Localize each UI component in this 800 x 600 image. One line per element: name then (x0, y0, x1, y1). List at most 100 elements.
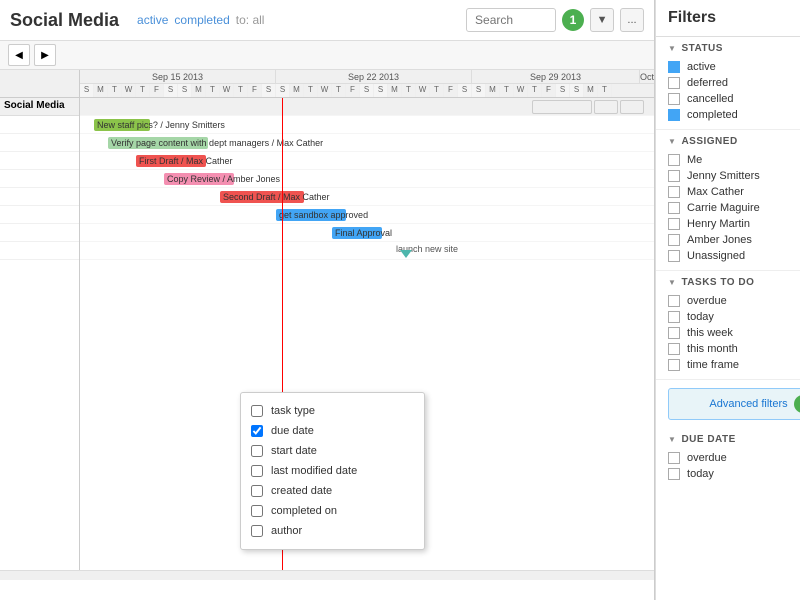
filter-label-active: active (687, 61, 716, 73)
filter-item-time-frame[interactable]: time frame (668, 357, 800, 373)
task-bar-2[interactable]: Verify page content with dept managers /… (108, 137, 208, 149)
gantt-row-6: get sandbox approved (80, 206, 654, 224)
gantt-row-4: Copy Review / Amber Jones (80, 170, 654, 188)
popup-check-author[interactable] (251, 525, 263, 537)
filter-item-this-week[interactable]: this week (668, 325, 800, 341)
tab-to-all[interactable]: to: all (236, 13, 265, 27)
gantt-row-7: Final Approval (80, 224, 654, 242)
filter-item-me[interactable]: Me (668, 152, 800, 168)
more-icon[interactable]: ... (620, 8, 644, 32)
filter-check-me[interactable] (668, 154, 680, 166)
day-m6: M (584, 84, 598, 97)
filter-check-jenny[interactable] (668, 170, 680, 182)
popup-dropdown: task type due date start date last modif… (240, 392, 425, 550)
filter-check-today[interactable] (668, 311, 680, 323)
popup-check-completed-on[interactable] (251, 505, 263, 517)
day-s4: S (262, 84, 276, 97)
popup-item-due-date[interactable]: due date (241, 421, 424, 441)
filter-item-deferred[interactable]: deferred (668, 75, 800, 91)
popup-item-last-modified[interactable]: last modified date (241, 461, 424, 481)
popup-check-due-date[interactable] (251, 425, 263, 437)
day-f1: F (150, 84, 164, 97)
day-t7: T (402, 84, 416, 97)
filter-check-active[interactable] (668, 61, 680, 73)
filter-icon[interactable]: ▼ (590, 8, 614, 32)
tab-completed[interactable]: completed (174, 13, 229, 27)
popup-check-last-modified[interactable] (251, 465, 263, 477)
filter-item-today[interactable]: today (668, 309, 800, 325)
filter-label-time-frame: time frame (687, 359, 739, 371)
filter-item-due-today[interactable]: today (668, 466, 800, 482)
day-w5: W (514, 84, 528, 97)
gantt-ctrl-1[interactable] (532, 100, 592, 114)
filter-check-due-today[interactable] (668, 468, 680, 480)
popup-check-created-date[interactable] (251, 485, 263, 497)
advanced-filters-btn[interactable]: Advanced filters 2 (668, 388, 800, 420)
filter-check-time-frame[interactable] (668, 359, 680, 371)
filter-check-completed[interactable] (668, 109, 680, 121)
popup-check-task-type[interactable] (251, 405, 263, 417)
task-bar-label-7: Final Approval (335, 228, 392, 238)
popup-item-created-date[interactable]: created date (241, 481, 424, 501)
gantt-group-header-row (80, 98, 654, 116)
gantt-scrollbar[interactable] (0, 570, 654, 580)
filter-check-carrie[interactable] (668, 202, 680, 214)
day-f2: F (248, 84, 262, 97)
filter-check-amber[interactable] (668, 234, 680, 246)
filter-item-amber[interactable]: Amber Jones (668, 232, 800, 248)
filter-item-henry[interactable]: Henry Martin (668, 216, 800, 232)
task-bar-7[interactable]: Final Approval (332, 227, 382, 239)
task-bar-1[interactable]: New staff pics? / Jenny Smitters (94, 119, 150, 131)
gantt-nav-left[interactable]: ◀ (8, 44, 30, 66)
task-bar-label-3: First Draft / Max Cather (139, 156, 233, 166)
filter-item-active[interactable]: active (668, 59, 800, 75)
filter-item-this-month[interactable]: this month (668, 341, 800, 357)
day-s10: S (556, 84, 570, 97)
filter-item-carrie[interactable]: Carrie Maguire (668, 200, 800, 216)
filter-check-this-month[interactable] (668, 343, 680, 355)
filter-item-completed[interactable]: completed (668, 107, 800, 123)
advanced-filters-label: Advanced filters (709, 398, 787, 410)
task-milestone-8 (400, 250, 412, 258)
week-label-3: Sep 29 2013 (472, 70, 640, 83)
filter-section-due-date: DUE DATE overdue today (656, 428, 800, 488)
task-bar-4[interactable]: Copy Review / Amber Jones (164, 173, 234, 185)
gantt-row-1: New staff pics? / Jenny Smitters (80, 116, 654, 134)
filter-section-title-status: STATUS (668, 43, 800, 54)
filter-section-title-due-date: DUE DATE (668, 434, 800, 445)
gantt-ctrl-2[interactable] (594, 100, 618, 114)
filter-check-max[interactable] (668, 186, 680, 198)
filter-item-overdue[interactable]: overdue (668, 293, 800, 309)
filter-item-max[interactable]: Max Cather (668, 184, 800, 200)
filter-item-due-overdue[interactable]: overdue (668, 450, 800, 466)
gantt-header-controls (532, 100, 644, 114)
popup-item-completed-on[interactable]: completed on (241, 501, 424, 521)
filter-check-cancelled[interactable] (668, 93, 680, 105)
popup-check-start-date[interactable] (251, 445, 263, 457)
filter-section-status: STATUS active deferred cancelled complet… (656, 37, 800, 130)
filter-check-unassigned[interactable] (668, 250, 680, 262)
filter-check-overdue[interactable] (668, 295, 680, 307)
task-bar-3[interactable]: First Draft / Max Cather (136, 155, 206, 167)
tab-active[interactable]: active (137, 13, 168, 27)
filter-item-jenny[interactable]: Jenny Smitters (668, 168, 800, 184)
task-bar-5[interactable]: Second Draft / Max Cather (220, 191, 304, 203)
filter-item-cancelled[interactable]: cancelled (668, 91, 800, 107)
filter-label-today: today (687, 311, 714, 323)
day-w3: W (318, 84, 332, 97)
popup-item-author[interactable]: author (241, 521, 424, 541)
gantt-ctrl-3[interactable] (620, 100, 644, 114)
search-badge[interactable]: 1 (562, 9, 584, 31)
filter-check-henry[interactable] (668, 218, 680, 230)
day-s8: S (458, 84, 472, 97)
popup-item-start-date[interactable]: start date (241, 441, 424, 461)
filter-check-this-week[interactable] (668, 327, 680, 339)
task-bar-6[interactable]: get sandbox approved (276, 209, 346, 221)
filter-item-unassigned[interactable]: Unassigned (668, 248, 800, 264)
popup-item-task-type[interactable]: task type (241, 401, 424, 421)
filter-check-due-overdue[interactable] (668, 452, 680, 464)
filter-check-deferred[interactable] (668, 77, 680, 89)
filter-label-max: Max Cather (687, 186, 744, 198)
gantt-nav-right[interactable]: ▶ (34, 44, 56, 66)
search-input[interactable] (466, 8, 556, 32)
